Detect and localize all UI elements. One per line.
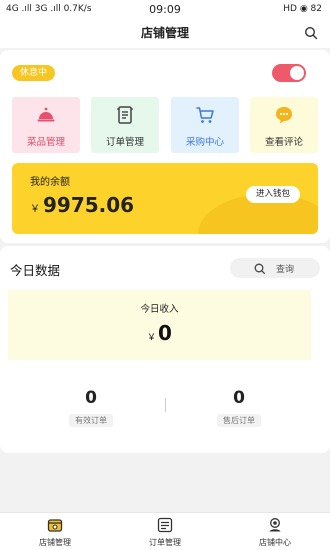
- tile-label: 采购中心: [185, 137, 224, 148]
- balance-label: 我的余额: [30, 177, 70, 188]
- balance-value: 9975.06: [43, 193, 135, 217]
- enter-wallet-button[interactable]: 进入钱包: [245, 186, 300, 203]
- search-icon: [254, 263, 265, 274]
- stat-value: 0: [233, 388, 245, 408]
- store-icon: [47, 519, 63, 532]
- status-bar: 4G .ıll 3G .ıll 0.7K/s 09:09 HD ◉ 82: [0, 0, 330, 18]
- tab-label: 店铺管理: [39, 538, 71, 547]
- bottom-tab-bar: 店铺管理 订单管理 店铺中心: [0, 512, 330, 550]
- tile-label: 菜品管理: [26, 137, 65, 148]
- stat-value: 0: [85, 388, 97, 408]
- view-comments-button[interactable]: 查看评论: [250, 97, 318, 153]
- dishes-management-button[interactable]: 菜品管理: [12, 97, 80, 153]
- search-icon[interactable]: [304, 26, 318, 40]
- tab-label: 店铺中心: [259, 538, 291, 547]
- income-label: 今日收入: [140, 304, 179, 315]
- income-amount: ￥ 0: [8, 321, 311, 345]
- status-badge: 休息中: [12, 65, 56, 81]
- comment-icon: [276, 107, 292, 124]
- income-value: 0: [158, 321, 172, 345]
- purchase-center-button[interactable]: 采购中心: [171, 97, 239, 153]
- header: 店铺管理: [0, 18, 330, 48]
- clock: 09:09: [149, 3, 181, 16]
- system-indicators: HD ◉ 82: [283, 4, 322, 14]
- currency-symbol: ￥: [30, 204, 40, 215]
- tile-label: 查看评论: [264, 137, 303, 148]
- after-sales-orders-stat[interactable]: 0 售后订单: [209, 388, 269, 427]
- stat-label: 售后订单: [217, 414, 261, 427]
- tile-label: 订单管理: [105, 137, 144, 148]
- cloche-icon: [37, 107, 55, 122]
- order-list-icon: [157, 517, 173, 533]
- toggle-knob: [290, 66, 304, 80]
- divider: [165, 398, 166, 412]
- balance-amount: ￥ 9975.06: [30, 193, 134, 217]
- open-status-toggle[interactable]: [272, 64, 306, 82]
- stat-label: 有效订单: [69, 414, 113, 427]
- cart-icon: [196, 107, 214, 123]
- tab-order-management[interactable]: 订单管理: [110, 513, 220, 550]
- section-title: 今日数据: [10, 263, 61, 278]
- quick-actions: 菜品管理 订单管理 采购中心 查看评论: [12, 97, 318, 153]
- query-button[interactable]: 查询: [230, 258, 320, 278]
- tab-store-center[interactable]: 店铺中心: [220, 513, 330, 550]
- document-icon: [117, 106, 133, 124]
- today-income-panel: 今日收入 ￥ 0: [8, 290, 311, 360]
- valid-orders-stat[interactable]: 0 有效订单: [61, 388, 121, 427]
- tab-label: 订单管理: [149, 538, 181, 547]
- currency-symbol: ￥: [147, 333, 157, 343]
- today-data-card: 今日数据 查询 今日收入 ￥ 0 0 有效订单 0 售后订单: [0, 246, 330, 453]
- user-center-icon: [269, 518, 281, 532]
- store-overview-card: 休息中 菜品管理 订单管理 采购中心 查看评论 我的余额 ￥ 9975.06 进…: [0, 50, 330, 243]
- tab-store-management[interactable]: 店铺管理: [0, 513, 110, 550]
- query-label: 查询: [276, 265, 295, 275]
- page-title: 店铺管理: [140, 26, 189, 40]
- balance-card: 我的余额 ￥ 9975.06 进入钱包: [12, 163, 318, 234]
- order-management-button[interactable]: 订单管理: [91, 97, 159, 153]
